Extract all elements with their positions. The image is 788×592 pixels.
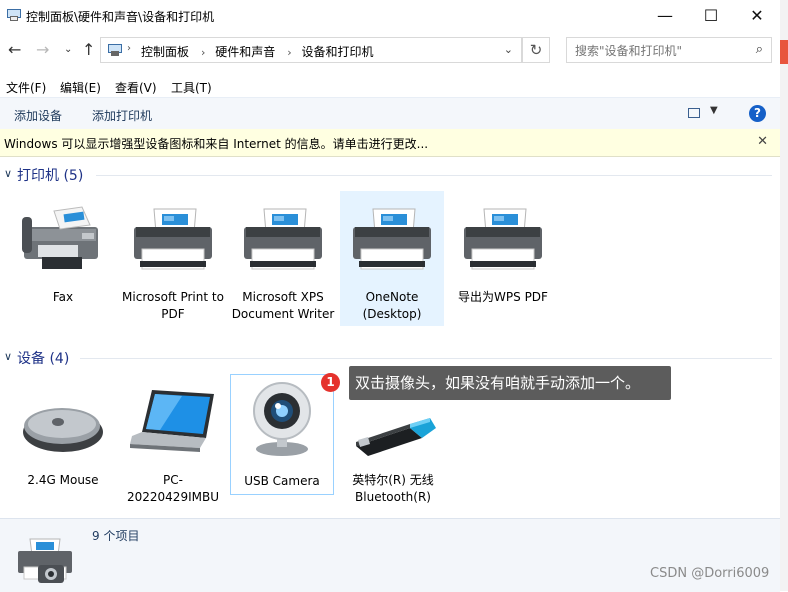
annotation-tooltip: 双击摄像头，如果没有咱就手动添加一个。 [349,366,671,400]
background-app-tab [780,40,788,64]
minimize-button[interactable]: — [642,0,688,31]
view-options-chevron-icon[interactable]: ▼ [710,105,718,116]
printer-item-wps-pdf[interactable]: 导出为WPS PDF [451,191,555,326]
device-label: 英特尔(R) 无线 Bluetooth(R) [352,473,434,504]
printer-item-fax[interactable]: Fax [11,191,115,326]
device-item-2-4g-mouse[interactable]: 2.4G Mouse [11,374,115,509]
printer-icon [134,208,212,270]
device-label: PC-20220429IMBU [127,473,219,504]
breadcrumb-devices-printers[interactable]: 设备和打印机 [302,45,374,59]
search-box[interactable]: ⌕ [566,37,772,63]
search-icon[interactable]: ⌕ [756,42,763,57]
navigation-bar: ← → ⌄ ↑ › 控制面板 › 硬件和声音 › 设备和打印机 ⌄ ↻ ⌕ [0,31,780,69]
maximize-icon: ☐ [703,6,719,25]
menu-file[interactable]: 文件(F) [6,79,46,96]
device-item-pc[interactable]: PC-20220429IMBU [121,374,225,509]
add-printer-button[interactable]: 添加打印机 [92,107,152,124]
close-button[interactable]: ✕ [734,0,780,31]
window-title: 控制面板\硬件和声音\设备和打印机 [26,10,215,24]
watermark: CSDN @Dorri6009 [650,566,770,581]
title-bar: 控制面板\硬件和声音\设备和打印机 — ☐ ✕ [0,0,780,31]
search-input[interactable] [573,41,747,61]
background-window-edge [780,0,788,591]
back-arrow-icon[interactable]: ← [8,40,21,59]
fax-icon [22,206,98,269]
maximize-button[interactable]: ☐ [688,0,734,31]
devices-printers-window: 控制面板\硬件和声音\设备和打印机 — ☐ ✕ ← → ⌄ ↑ › 控制面板 › … [0,0,781,592]
breadcrumb-chevron-icon: › [127,43,131,54]
printer-icon [353,208,431,270]
breadcrumb: 控制面板 › 硬件和声音 › 设备和打印机 [141,43,380,60]
printer-item-onenote-desktop[interactable]: OneNote (Desktop) [340,191,444,326]
address-box[interactable]: › 控制面板 › 硬件和声音 › 设备和打印机 ⌄ [100,37,522,63]
change-view-icon[interactable] [688,108,700,118]
breadcrumb-chevron-icon: › [287,46,292,59]
collapse-chevron-icon[interactable]: ∨ [4,350,12,363]
printer-item-microsoft-xps-document-writer[interactable]: Microsoft XPS Document Writer [231,191,335,326]
device-label: 2.4G Mouse [27,473,99,487]
annotation-badge: 1 [321,373,340,392]
mouse-icon [23,408,103,452]
printer-label: Fax [52,290,74,304]
menu-bar: 文件(F) 编辑(E) 查看(V) 工具(T) [0,75,780,97]
laptop-icon [130,390,214,452]
printer-icon [464,208,542,270]
up-arrow-icon[interactable]: ↑ [82,40,95,59]
printer-icon [244,208,322,270]
webcam-icon [253,382,311,456]
group-divider [96,175,772,176]
control-panel-icon [108,44,122,56]
printers-group-header[interactable]: ∨ 打印机 (5) [0,165,776,187]
refresh-icon: ↻ [529,41,543,59]
info-bar[interactable]: Windows 可以显示增强型设备图标和来自 Internet 的信息。请单击进… [0,129,780,157]
printer-item-microsoft-print-to-pdf[interactable]: Microsoft Print to PDF [121,191,225,326]
devices-group-label: 设备 (4) [17,351,70,367]
device-label: USB Camera [244,474,320,488]
info-bar-close-icon[interactable]: ✕ [757,134,768,149]
add-device-button[interactable]: 添加设备 [14,107,62,124]
recent-locations-chevron-icon[interactable]: ⌄ [64,44,72,55]
printer-label: OneNote (Desktop) [362,290,422,321]
collapse-chevron-icon[interactable]: ∨ [4,167,12,180]
printer-label: Microsoft XPS Document Writer [231,290,335,321]
command-bar: 添加设备 添加打印机 ▼ ? [0,97,780,130]
printer-camera-icon [18,538,72,583]
refresh-button[interactable]: ↻ [522,37,550,63]
group-divider [80,358,772,359]
devices-printers-app-icon [7,9,21,21]
device-item-usb-camera[interactable]: USB Camera [230,374,334,495]
menu-view[interactable]: 查看(V) [115,79,157,96]
printer-label: Microsoft Print to PDF [122,290,224,321]
info-bar-text[interactable]: Windows 可以显示增强型设备图标和来自 Internet 的信息。请单击进… [4,135,428,152]
item-count: 9 个项目 [92,529,140,543]
printer-label: 导出为WPS PDF [458,290,548,304]
help-icon[interactable]: ? [749,105,766,122]
breadcrumb-hardware-sound[interactable]: 硬件和声音 [215,45,275,59]
forward-arrow-icon[interactable]: → [36,40,49,59]
printers-group-label: 打印机 (5) [17,168,84,184]
minimize-icon: — [657,6,673,25]
menu-edit[interactable]: 编辑(E) [60,79,101,96]
breadcrumb-control-panel[interactable]: 控制面板 [141,45,189,59]
close-icon: ✕ [750,6,764,25]
address-dropdown-chevron-icon[interactable]: ⌄ [504,43,513,56]
breadcrumb-chevron-icon: › [201,46,206,59]
menu-tools[interactable]: 工具(T) [171,79,212,96]
